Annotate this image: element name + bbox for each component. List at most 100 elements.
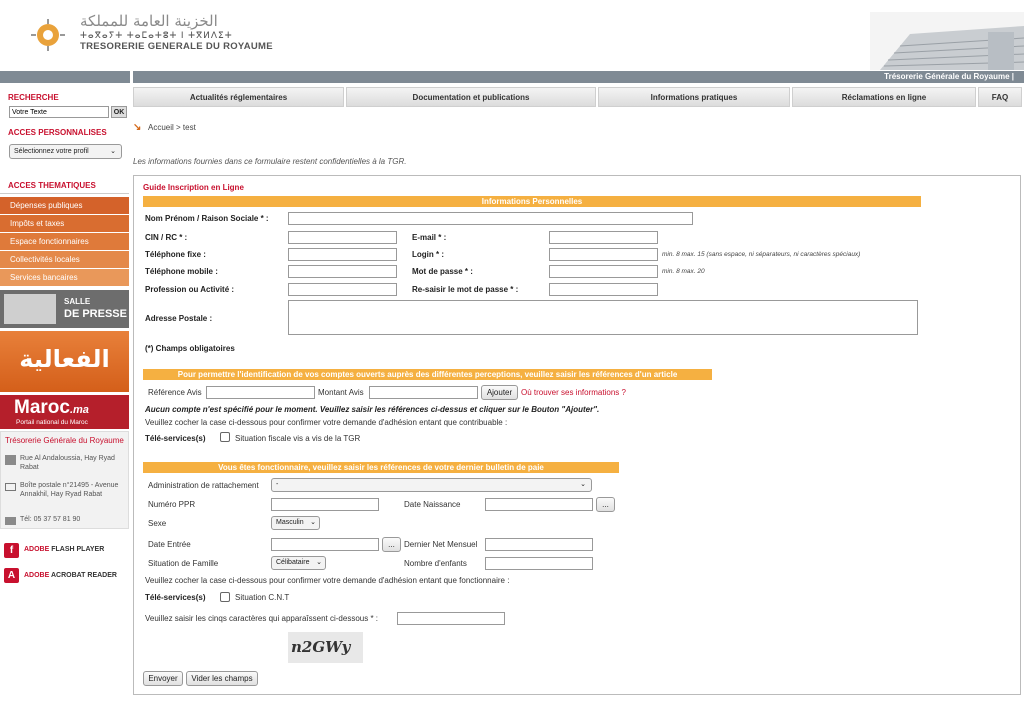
adobe-reader-product: ACROBAT READER <box>50 572 117 579</box>
section-fonctionnaire: Vous êtes fonctionnaire, veuillez saisir… <box>143 462 619 473</box>
profile-select[interactable]: Sélectionnez votre profil ⌄ <box>9 144 122 159</box>
theme-impots[interactable]: Impôts et taxes <box>0 215 129 232</box>
confidential-notice: Les informations fournies dans ce formul… <box>133 157 407 166</box>
envelope-icon <box>5 483 16 491</box>
nav-documentation[interactable]: Documentation et publications <box>346 87 596 107</box>
search-title: RECHERCHE <box>8 93 59 102</box>
label-montant-avis: Montant Avis <box>318 388 364 397</box>
label-mdp: Mot de passe * : <box>412 267 473 276</box>
email-input[interactable] <box>549 231 658 244</box>
alfaaliya-banner[interactable]: الفعالية <box>0 331 129 392</box>
label-tel-fixe: Téléphone fixe : <box>145 250 206 259</box>
tgr-contact-box: Trésorerie Générale du Royaume Rue Al An… <box>0 431 129 529</box>
admin-select[interactable]: - ⌄ <box>271 478 592 492</box>
label-ref-avis: Référence Avis <box>148 388 202 397</box>
sexe-select-value: Masculin <box>276 519 304 526</box>
tel-fixe-input[interactable] <box>288 248 397 261</box>
ppr-input[interactable] <box>271 498 379 511</box>
login-hint: min. 8 max. 15 (sans espace, ni séparate… <box>662 251 861 258</box>
chevron-down-icon: ⌄ <box>110 148 116 155</box>
adobe-reader-brand: ADOBE <box>24 572 50 579</box>
nb-enfants-input[interactable] <box>485 557 593 570</box>
newspaper-icon <box>4 294 56 324</box>
contact-address: Rue Al Andaloussia, Hay Ryad Rabat <box>20 455 115 471</box>
situation-cnt-checkbox[interactable] <box>220 592 230 602</box>
topbar-title: Trésorerie Générale du Royaume | <box>884 72 1014 81</box>
salle-de-presse-banner[interactable]: SALLE DE PRESSE <box>0 290 129 328</box>
profession-input[interactable] <box>288 283 397 296</box>
label-adresse: Adresse Postale : <box>145 314 213 323</box>
label-admin: Administration de rattachement <box>148 481 259 490</box>
adresse-textarea[interactable] <box>288 300 918 335</box>
maroc-ma-banner[interactable]: Maroc.ma Portail national du Maroc <box>0 395 129 429</box>
breadcrumb[interactable]: Accueil > test <box>148 123 196 132</box>
search-input[interactable] <box>9 106 109 118</box>
nav-reclamations[interactable]: Réclamations en ligne <box>792 87 976 107</box>
adobe-flash-link[interactable]: ADOBE FLASH PLAYER <box>24 546 104 553</box>
sexe-select[interactable]: Masculin ⌄ <box>271 516 320 530</box>
salle-line2: DE PRESSE <box>64 308 127 320</box>
maroc-title: Maroc <box>14 397 70 418</box>
envoyer-button[interactable]: Envoyer <box>143 671 183 686</box>
label-tel-mobile: Téléphone mobile : <box>145 267 218 276</box>
situation-fiscale-checkbox[interactable] <box>220 432 230 442</box>
building-image <box>870 12 1024 70</box>
label-ppr: Numéro PPR <box>148 500 196 509</box>
theme-collectivites[interactable]: Collectivités locales <box>0 251 129 268</box>
captcha-image: n2GWy <box>288 632 363 663</box>
ref-avis-input[interactable] <box>206 386 315 399</box>
flash-player-icon[interactable]: f <box>4 543 19 558</box>
label-net-mensuel: Dernier Net Mensuel <box>404 540 478 549</box>
situation-fiscale-label: Situation fiscale vis a vis de la TGR <box>235 434 361 443</box>
theme-espace-fonctionnaires[interactable]: Espace fonctionnaires <box>0 233 129 250</box>
theme-depenses[interactable]: Dépenses publiques <box>0 197 129 214</box>
mdp-hint: min. 8 max. 20 <box>662 268 705 275</box>
vider-button[interactable]: Vider les champs <box>186 671 258 686</box>
adobe-flash-brand: ADOBE <box>24 546 50 553</box>
date-entree-input[interactable] <box>271 538 379 551</box>
theme-services-bancaires[interactable]: Services bancaires <box>0 269 129 286</box>
date-entree-button[interactable]: ... <box>382 537 401 552</box>
label-profession: Profession ou Activité : <box>145 285 235 294</box>
chevron-down-icon: ⌄ <box>310 519 316 526</box>
aucun-compte-text: Aucun compte n'est spécifié pour le mome… <box>145 405 600 414</box>
divider <box>0 193 129 194</box>
chevron-down-icon: ⌄ <box>580 481 586 488</box>
section-comptes: Pour permettre l'identification de vos c… <box>143 369 712 380</box>
nav-actualites[interactable]: Actualités réglementaires <box>133 87 344 107</box>
cin-input[interactable] <box>288 231 397 244</box>
nav-informations[interactable]: Informations pratiques <box>598 87 790 107</box>
label-remdp: Re-saisir le mot de passe * : <box>412 285 519 294</box>
famille-select[interactable]: Célibataire ⌄ <box>271 556 326 570</box>
ou-trouver-link[interactable]: Où trouver ses informations ? <box>521 388 626 397</box>
login-input[interactable] <box>549 248 658 261</box>
label-date-entree: Date Entrée <box>148 540 191 549</box>
building-icon <box>5 455 16 465</box>
montant-avis-input[interactable] <box>369 386 478 399</box>
cocher-contrib-text: Veuillez cocher la case ci-dessous pour … <box>145 418 508 427</box>
captcha-label: Veuillez saisir les cinqs caractères qui… <box>145 614 378 623</box>
tel-mobile-input[interactable] <box>288 265 397 278</box>
alfaaliya-text: الفعالية <box>19 345 110 373</box>
topbar-left <box>0 71 130 83</box>
net-mensuel-input[interactable] <box>485 538 593 551</box>
adobe-reader-link[interactable]: ADOBE ACROBAT READER <box>24 572 117 579</box>
contact-phone: Tél: 05 37 57 81 90 <box>20 516 81 523</box>
captcha-input[interactable] <box>397 612 505 625</box>
teleservices-label: Télé-services(s) <box>145 434 206 443</box>
nom-input[interactable] <box>288 212 693 225</box>
remdp-input[interactable] <box>549 283 658 296</box>
ajouter-button[interactable]: Ajouter <box>481 385 518 400</box>
nav-faq[interactable]: FAQ <box>978 87 1022 107</box>
naissance-date-button[interactable]: ... <box>596 497 615 512</box>
logo-french: TRESORERIE GENERALE DU ROYAUME <box>80 41 273 52</box>
cocher-fonct-text: Veuillez cocher la case ci-dessous pour … <box>145 576 510 585</box>
mdp-input[interactable] <box>549 265 658 278</box>
naissance-input[interactable] <box>485 498 593 511</box>
acrobat-reader-icon[interactable]: A <box>4 568 19 583</box>
contact-postbox: Boîte postale n°21495 - Avenue Annakhil,… <box>20 482 119 498</box>
tgr-logo-icon[interactable] <box>28 18 68 52</box>
situation-cnt-label: Situation C.N.T <box>235 593 290 602</box>
guide-link[interactable]: Guide Inscription en Ligne <box>143 183 244 192</box>
search-ok-button[interactable]: OK <box>111 106 127 118</box>
